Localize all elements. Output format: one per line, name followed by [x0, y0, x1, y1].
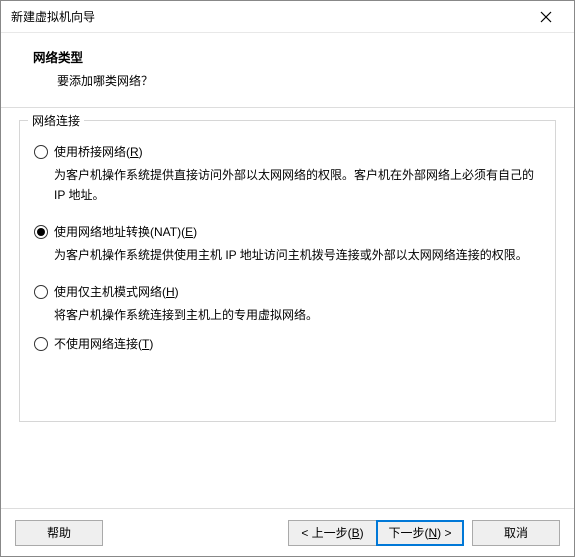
radio-nonet[interactable]: [34, 337, 48, 351]
radio-bridged-label[interactable]: 使用桥接网络(R): [54, 143, 143, 161]
cancel-button[interactable]: 取消: [472, 520, 560, 546]
group-legend: 网络连接: [28, 112, 84, 129]
close-icon: [540, 11, 552, 23]
radio-hostonly-label[interactable]: 使用仅主机模式网络(H): [54, 283, 179, 301]
radio-bridged[interactable]: [34, 145, 48, 159]
next-button[interactable]: 下一步(N) >: [376, 520, 464, 546]
desc-nat: 为客户机操作系统提供使用主机 IP 地址访问主机拨号连接或外部以太网网络连接的权…: [54, 245, 537, 265]
help-button[interactable]: 帮助: [15, 520, 103, 546]
option-nat: 使用网络地址转换(NAT)(E): [34, 223, 541, 241]
back-button[interactable]: < 上一步(B): [288, 520, 376, 546]
option-nonet: 不使用网络连接(T): [34, 335, 541, 353]
wizard-footer: 帮助 < 上一步(B) 下一步(N) > 取消: [1, 508, 574, 556]
wizard-header: 网络类型 要添加哪类网络？: [1, 33, 574, 108]
desc-hostonly: 将客户机操作系统连接到主机上的专用虚拟网络。: [54, 305, 537, 325]
option-hostonly: 使用仅主机模式网络(H): [34, 283, 541, 301]
network-connection-group: 网络连接 使用桥接网络(R) 为客户机操作系统提供直接访问外部以太网网络的权限。…: [19, 120, 556, 422]
radio-nonet-label[interactable]: 不使用网络连接(T): [54, 335, 153, 353]
close-button[interactable]: [526, 4, 566, 30]
nav-button-pair: < 上一步(B) 下一步(N) >: [288, 520, 464, 546]
radio-nat-label[interactable]: 使用网络地址转换(NAT)(E): [54, 223, 197, 241]
option-bridged: 使用桥接网络(R): [34, 143, 541, 161]
wizard-body: 网络连接 使用桥接网络(R) 为客户机操作系统提供直接访问外部以太网网络的权限。…: [1, 108, 574, 508]
radio-nat[interactable]: [34, 225, 48, 239]
desc-bridged: 为客户机操作系统提供直接访问外部以太网网络的权限。客户机在外部网络上必须有自己的…: [54, 165, 537, 205]
titlebar: 新建虚拟机向导: [1, 1, 574, 33]
window-title: 新建虚拟机向导: [11, 8, 526, 25]
page-title: 网络类型: [1, 47, 574, 66]
wizard-window: 新建虚拟机向导 网络类型 要添加哪类网络？ 网络连接 使用桥接网络(R) 为客户…: [0, 0, 575, 557]
page-subtitle: 要添加哪类网络？: [1, 66, 574, 89]
radio-hostonly[interactable]: [34, 285, 48, 299]
